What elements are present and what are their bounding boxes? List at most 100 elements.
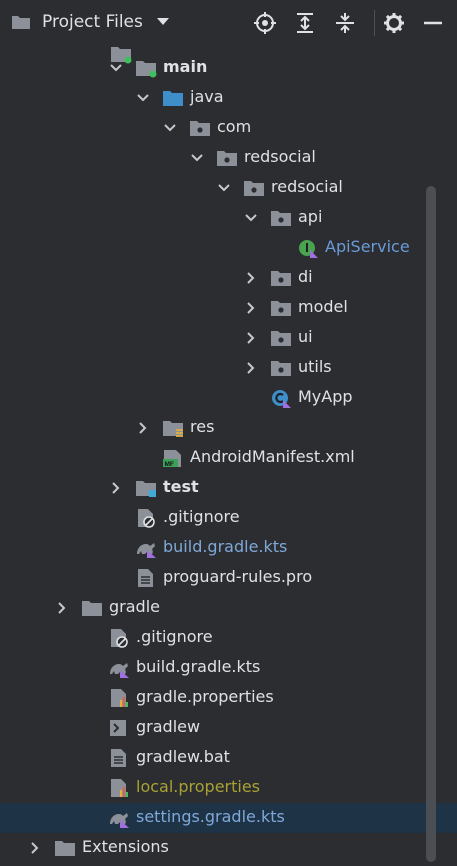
tree-row[interactable]: .gitignore <box>0 623 457 653</box>
tree-item-label: res <box>190 417 215 436</box>
chevron-down-icon[interactable] <box>156 17 170 27</box>
tree-row[interactable]: settings.gradle.kts <box>0 803 457 833</box>
tree-item-label: redsocial <box>271 177 343 196</box>
tree-item-label: proguard-rules.pro <box>163 567 313 586</box>
tree-row[interactable]: gradlew.bat <box>0 743 457 773</box>
tree-item-label: .gitignore <box>163 507 240 526</box>
toolbar-separator <box>374 10 375 36</box>
tree-row[interactable]: model <box>0 293 457 323</box>
tree-row[interactable]: ApiService <box>0 233 457 263</box>
chevron-down-icon[interactable] <box>109 61 123 75</box>
expand-all-icon[interactable] <box>294 12 316 34</box>
resources-folder-icon <box>163 421 183 437</box>
tree-row[interactable]: .gitignore <box>0 503 457 533</box>
tree-row[interactable]: build.gradle.kts <box>0 533 457 563</box>
kotlin-class-icon <box>272 390 291 408</box>
collapse-all-icon[interactable] <box>334 12 356 34</box>
tree-row[interactable]: main <box>0 53 457 83</box>
tree-item-label: java <box>190 87 224 106</box>
tree-row[interactable]: build.gradle.kts <box>0 653 457 683</box>
tree-item-label: build.gradle.kts <box>136 657 261 676</box>
chevron-right-icon[interactable] <box>244 361 258 375</box>
properties-file-icon <box>111 689 128 707</box>
locate-icon[interactable] <box>254 12 276 34</box>
text-file-icon <box>111 749 126 767</box>
tree-item-label: gradle <box>109 597 160 616</box>
project-toolbar: Project Files <box>0 0 457 46</box>
tree-row[interactable]: java <box>0 83 457 113</box>
chevron-right-icon[interactable] <box>28 841 42 855</box>
tree-item-label: ApiService <box>325 237 410 256</box>
tree-row[interactable]: ui <box>0 323 457 353</box>
package-icon <box>271 271 291 286</box>
tree-item-label: gradlew <box>136 717 201 736</box>
tree-row[interactable]: MyApp <box>0 383 457 413</box>
package-icon <box>271 301 291 316</box>
chevron-right-icon[interactable] <box>136 421 150 435</box>
package-icon <box>271 361 291 376</box>
minimize-icon[interactable] <box>422 12 444 34</box>
gradle-file-icon <box>110 813 129 828</box>
tree-item-label: settings.gradle.kts <box>136 807 285 826</box>
tree-item-label: gradle.properties <box>136 687 274 706</box>
tree-row[interactable]: redsocial <box>0 143 457 173</box>
chevron-down-icon[interactable] <box>217 181 231 195</box>
tree-row[interactable]: gradle <box>0 593 457 623</box>
tree-row[interactable]: gradle.properties <box>0 683 457 713</box>
chevron-right-icon[interactable] <box>55 601 69 615</box>
gitignore-file-icon <box>111 629 128 648</box>
tree-row[interactable]: api <box>0 203 457 233</box>
chevron-right-icon[interactable] <box>244 301 258 315</box>
tree-item-label: AndroidManifest.xml <box>190 447 355 466</box>
tree-row[interactable]: redsocial <box>0 173 457 203</box>
gradle-file-icon <box>137 543 156 558</box>
properties-file-icon <box>111 779 128 797</box>
tree-item-label: Extensions <box>82 837 169 856</box>
tree-item-label: utils <box>298 357 332 376</box>
view-title[interactable]: Project Files <box>42 12 143 32</box>
svg-text:MF: MF <box>165 461 174 468</box>
folder-icon <box>82 601 102 616</box>
tree-item-label: ui <box>298 327 313 346</box>
tree-row[interactable]: utils <box>0 353 457 383</box>
gradle-file-icon <box>110 663 129 678</box>
tree-item-label: di <box>298 267 313 286</box>
chevron-down-icon[interactable] <box>244 211 258 225</box>
tree-row[interactable]: MF AndroidManifest.xml <box>0 443 457 473</box>
folder-icon <box>55 841 75 856</box>
module-folder-icon <box>136 61 157 78</box>
vertical-scrollbar[interactable] <box>426 186 436 862</box>
chevron-right-icon[interactable] <box>244 271 258 285</box>
text-file-icon <box>138 569 153 587</box>
chevron-right-icon[interactable] <box>244 331 258 345</box>
package-icon <box>271 331 291 346</box>
tree-row[interactable]: res <box>0 413 457 443</box>
kotlin-interface-icon <box>299 240 318 258</box>
tree-item-label: gradlew.bat <box>136 747 230 766</box>
chevron-down-icon[interactable] <box>163 121 177 135</box>
project-tree: main java com redsocial redsocial api ApiServi… <box>0 46 457 866</box>
tree-row[interactable]: test <box>0 473 457 503</box>
tree-row[interactable]: local.properties <box>0 773 457 803</box>
gitignore-file-icon <box>138 509 155 528</box>
test-folder-icon <box>136 481 156 497</box>
source-folder-icon <box>163 91 183 106</box>
chevron-right-icon[interactable] <box>109 481 123 495</box>
tree-row[interactable]: gradlew <box>0 713 457 743</box>
tree-item-label: test <box>163 477 199 496</box>
package-icon <box>244 181 264 196</box>
chevron-down-icon[interactable] <box>190 151 204 165</box>
tree-row[interactable]: di <box>0 263 457 293</box>
tree-row[interactable]: com <box>0 113 457 143</box>
chevron-down-icon[interactable] <box>136 91 150 105</box>
tree-item-label: MyApp <box>298 387 353 406</box>
tree-item-label: .gitignore <box>136 627 213 646</box>
tree-row[interactable]: Extensions <box>0 833 457 863</box>
tree-item-label: com <box>217 117 252 136</box>
tree-row[interactable]: proguard-rules.pro <box>0 563 457 593</box>
gear-icon[interactable] <box>383 12 405 34</box>
shell-script-icon <box>110 720 126 736</box>
tree-item-label: local.properties <box>136 777 261 796</box>
tree-item-label: build.gradle.kts <box>163 537 288 556</box>
manifest-file-icon: MF <box>163 450 181 468</box>
